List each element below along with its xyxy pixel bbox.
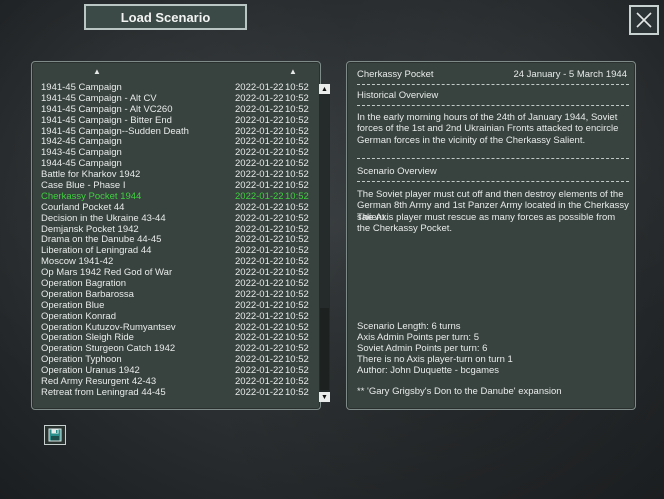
scenario-time: 10:52 [285,212,309,224]
scenario-length: Scenario Length: 6 turns [357,321,461,332]
scenario-detail-panel: Cherkassy Pocket 24 January - 5 March 19… [346,61,636,410]
scenario-time: 10:52 [285,114,309,126]
floppy-disk-icon [48,428,62,442]
scenario-name: Operation Kutuzov-Rumyantsev [41,322,176,333]
close-button[interactable] [629,5,659,35]
scenario-list: 1941-45 Campaign 2022-01-22 10:52 1941-45 C… [41,82,311,399]
scenario-name: Operation Sturgeon Catch 1942 [41,344,176,355]
scenario-name: Decision in the Ukraine 43-44 [41,213,166,224]
scenario-text-2: The Axis player must rescue as many forc… [357,212,616,235]
scenario-name: Courland Pocket 44 [41,202,125,213]
scroll-up-icon: ▲ [321,85,328,93]
scenario-name: 1941-45 Campaign - Bitter End [41,115,172,126]
scenario-name: Case Blue - Phase I [41,181,126,192]
scroll-track[interactable] [320,308,329,390]
scenario-name: Liberation of Leningrad 44 [41,246,152,257]
axis-turn-note: There is no Axis player-turn on turn 1 [357,354,513,365]
scenario-name: Operation Barbarossa [41,289,134,300]
scenario-name: Red Army Resurgent 42-43 [41,377,157,388]
window-title: Load Scenario [84,4,247,30]
scenario-name: Operation Blue [41,300,105,311]
scenario-date: 2022-01-22 [235,212,284,224]
divider [357,84,629,85]
scenario-name: Retreat from Leningrad 44-45 [41,387,166,398]
axis-admin-points: Axis Admin Points per turn: 5 [357,332,479,343]
scenario-list-panel: ▲ ▲ 1941-45 Campaign 2022-01-22 10:52 1941-… [31,61,330,410]
divider [357,105,629,106]
scenario-row[interactable]: 1941-45 Campaign - Bitter End 2022-01-22 1… [41,114,311,127]
scenario-name: 1941-45 Campaign - Alt CV [41,93,157,104]
window-title-text: Load Scenario [120,9,211,25]
scenario-row[interactable]: Decision in the Ukraine 43-44 2022-01-22 1… [41,212,311,225]
load-button[interactable] [44,425,66,445]
divider [357,158,629,159]
scenario-name: Battle for Kharkov 1942 [41,170,141,181]
scenario-date: 2022-01-22 [235,386,284,398]
detail-title: Cherkassy Pocket [357,69,434,80]
detail-dates: 24 January - 5 March 1944 [513,69,627,80]
scenario-date: 2022-01-22 [235,310,284,322]
scenario-row[interactable]: Operation Konrad 2022-01-22 10:52 [41,310,311,323]
scenario-row[interactable]: Retreat from Leningrad 44-45 2022-01-22 10… [41,386,311,399]
scenario-name: 1941-45 Campaign - Alt VC260 [41,104,173,115]
scenario-name: Operation Bagration [41,279,127,290]
sort-name-arrow-icon[interactable]: ▲ [93,67,101,76]
historical-text: In the early morning hours of the 24th o… [357,112,619,146]
scenario-name: Operation Uranus 1942 [41,366,140,377]
scenario-name: 1942-45 Campaign [41,137,122,148]
scroll-up-button[interactable]: ▲ [319,84,330,94]
sort-date-arrow-icon[interactable]: ▲ [289,67,297,76]
scenario-name: Operation Sleigh Ride [41,333,134,344]
author: Author: John Duquette - bcgames [357,365,500,376]
soviet-admin-points: Soviet Admin Points per turn: 6 [357,343,488,354]
scenario-name: Operation Typhoon [41,355,122,366]
scenario-name: 1941-45 Campaign [41,83,122,93]
scenario-name: 1943-45 Campaign [41,148,122,159]
scenario-name: 1944-45 Campaign [41,159,122,170]
scenario-name: Cherkassy Pocket 1944 [41,191,142,202]
scenario-time: 10:52 [285,310,309,322]
close-icon [636,12,652,28]
expansion-note: ** 'Gary Grigsby's Don to the Danube' ex… [357,386,562,397]
scenario-time: 10:52 [285,386,309,398]
scroll-down-button[interactable]: ▼ [319,392,330,402]
scenario-name: Demjansk Pocket 1942 [41,224,139,235]
scenario-date: 2022-01-22 [235,114,284,126]
scenario-name: Op Mars 1942 Red God of War [41,268,173,279]
scenario-name: Moscow 1941-42 [41,257,114,268]
detail-header: Cherkassy Pocket 24 January - 5 March 19… [357,69,627,80]
scroll-down-icon: ▼ [321,393,328,401]
scenario-name: 1941-45 Campaign--Sudden Death [41,126,189,137]
list-scrollbar[interactable]: ▲ ▼ [319,84,330,402]
scenario-heading: Scenario Overview [357,166,437,177]
scroll-thumb[interactable] [320,96,329,308]
scenario-name: Drama on the Danube 44-45 [41,235,162,246]
scenario-name: Operation Konrad [41,311,116,322]
historical-heading: Historical Overview [357,90,439,101]
divider [357,181,629,182]
